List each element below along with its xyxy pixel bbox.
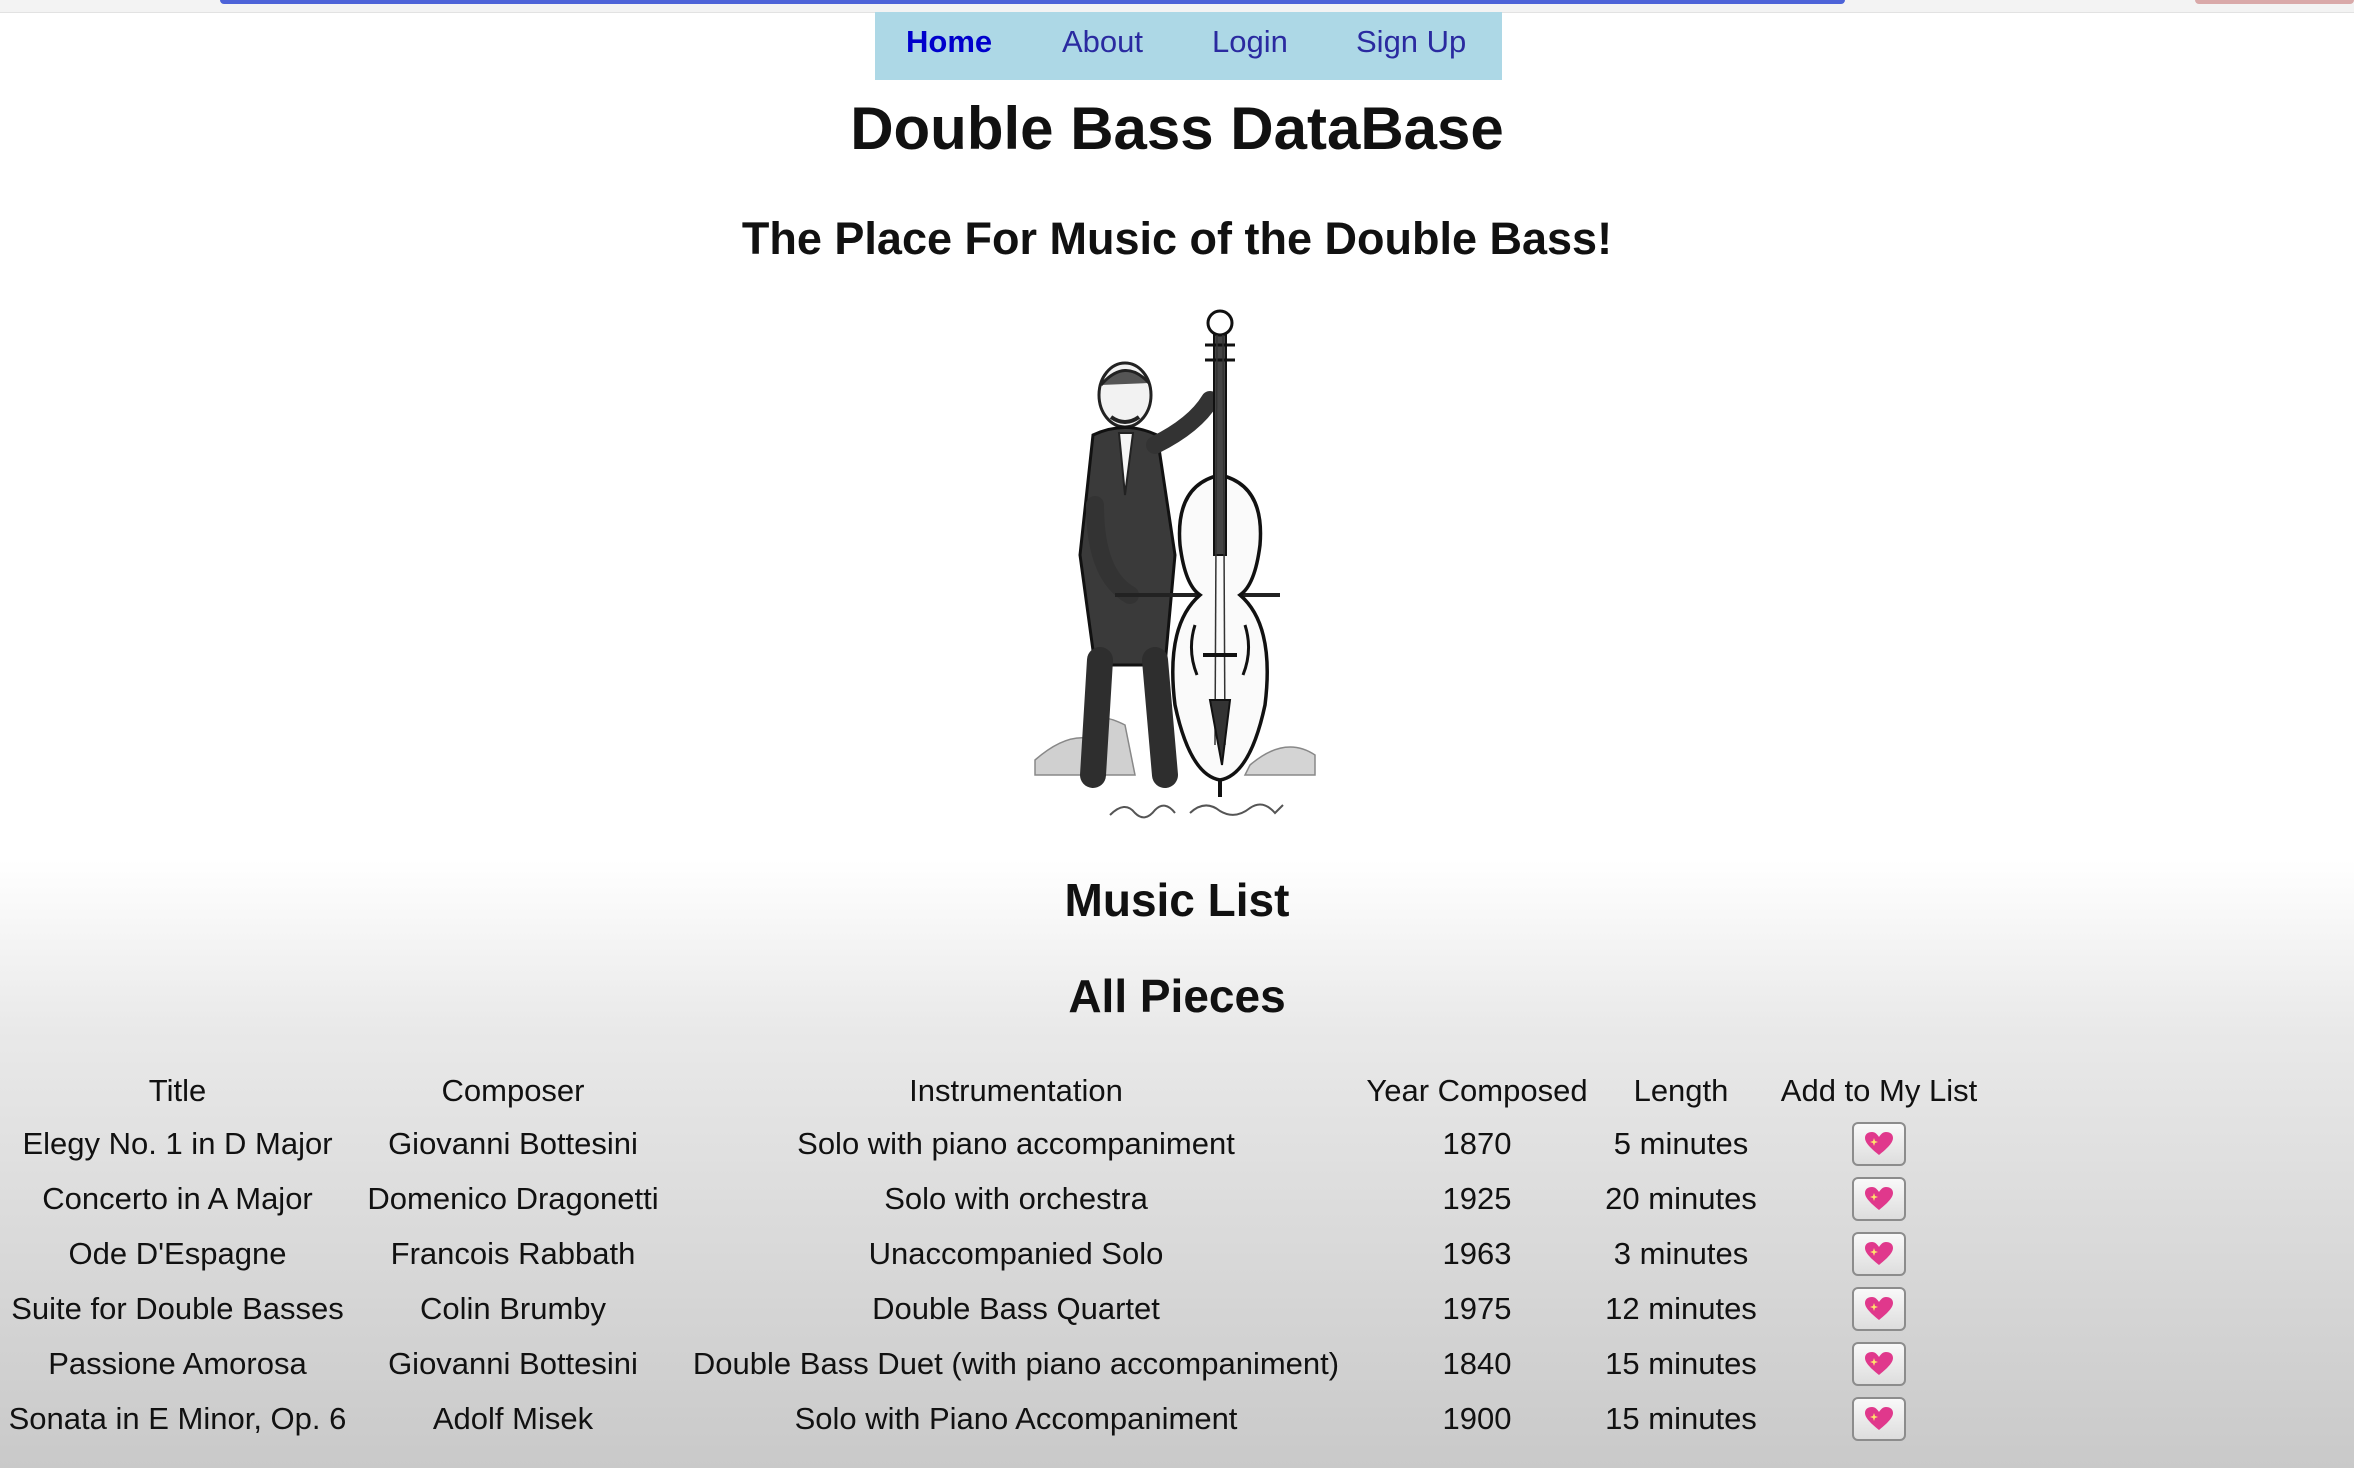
cell-composer: Francois Rabbath [390, 1235, 636, 1271]
cell-composer: Giovanni Bottesini [388, 1125, 638, 1161]
cell-length: 5 minutes [1613, 1125, 1749, 1161]
cell-length: 15 minutes [1605, 1400, 1757, 1436]
cell-instrumentation: Unaccompanied Solo [868, 1235, 1164, 1271]
browser-address-bar-edge[interactable] [220, 0, 1845, 4]
header-title: Title [148, 1073, 207, 1108]
cell-instrumentation: Double Bass Duet (with piano accompanime… [692, 1345, 1340, 1381]
cell-title: Passione Amorosa [48, 1345, 307, 1381]
table-row: Sonata in E Minor, Op. 6 Adolf Misek Sol… [0, 1391, 1989, 1446]
cell-composer: Adolf Misek [432, 1400, 594, 1436]
cell-length: 12 minutes [1605, 1290, 1757, 1326]
cell-instrumentation: Solo with Piano Accompaniment [794, 1400, 1238, 1436]
add-to-list-button[interactable] [1852, 1341, 1906, 1386]
sparkling-heart-icon [1865, 1296, 1893, 1320]
cell-length: 3 minutes [1613, 1235, 1749, 1271]
add-to-list-button[interactable] [1852, 1286, 1906, 1331]
cell-title: Sonata in E Minor, Op. 6 [8, 1400, 347, 1436]
nav-login-link[interactable]: Login [1212, 24, 1288, 60]
table-row: Elegy No. 1 in D Major Giovanni Bottesin… [0, 1116, 1989, 1171]
table-row: Ode D'Espagne Francois Rabbath Unaccompa… [0, 1226, 1989, 1281]
add-to-list-button[interactable] [1852, 1121, 1906, 1166]
table-row: Concerto in A Major Domenico Dragonetti … [0, 1171, 1989, 1226]
cell-year: 1870 [1442, 1125, 1512, 1161]
sparkling-heart-icon [1865, 1351, 1893, 1375]
all-pieces-heading: All Pieces [1068, 970, 1286, 1022]
sparkling-heart-icon [1865, 1241, 1893, 1265]
cell-year: 1900 [1442, 1400, 1512, 1436]
header-length: Length [1633, 1073, 1729, 1108]
browser-red-button-edge[interactable] [2195, 0, 2354, 4]
sparkling-heart-icon [1865, 1131, 1893, 1155]
table-row: Suite for Double Basses Colin Brumby Dou… [0, 1281, 1989, 1336]
cell-title: Suite for Double Basses [11, 1290, 344, 1326]
cell-year: 1925 [1442, 1180, 1512, 1216]
cell-title: Ode D'Espagne [68, 1235, 287, 1271]
double-bass-player-illustration [1015, 305, 1345, 825]
cell-year: 1840 [1442, 1345, 1512, 1381]
cell-instrumentation: Solo with piano accompaniment [797, 1125, 1235, 1161]
cell-composer: Giovanni Bottesini [388, 1345, 638, 1381]
sparkling-heart-icon [1865, 1186, 1893, 1210]
nav-about-link[interactable]: About [1062, 24, 1143, 60]
add-to-list-button[interactable] [1852, 1396, 1906, 1441]
music-table: Title Composer Instrumentation Year Comp… [0, 1066, 1989, 1446]
header-add-to-list: Add to My List [1780, 1073, 1978, 1108]
add-to-list-button[interactable] [1852, 1231, 1906, 1276]
cell-instrumentation: Double Bass Quartet [872, 1290, 1160, 1326]
cell-composer: Colin Brumby [419, 1290, 607, 1326]
cell-title: Elegy No. 1 in D Major [22, 1125, 333, 1161]
cell-composer: Domenico Dragonetti [367, 1180, 659, 1216]
header-composer: Composer [441, 1073, 585, 1108]
header-instrumentation: Instrumentation [909, 1073, 1123, 1108]
cell-instrumentation: Solo with orchestra [884, 1180, 1148, 1216]
top-navigation: Home About Login Sign Up [875, 12, 1502, 80]
cell-year: 1975 [1442, 1290, 1512, 1326]
cell-title: Concerto in A Major [42, 1180, 313, 1216]
table-row: Passione Amorosa Giovanni Bottesini Doub… [0, 1336, 1989, 1391]
sparkling-heart-icon [1865, 1406, 1893, 1430]
cell-length: 20 minutes [1605, 1180, 1757, 1216]
site-tagline: The Place For Music of the Double Bass! [741, 213, 1613, 264]
nav-signup-link[interactable]: Sign Up [1356, 24, 1466, 60]
nav-home-link[interactable]: Home [906, 24, 992, 60]
table-header-row: Title Composer Instrumentation Year Comp… [0, 1066, 1989, 1116]
cell-year: 1963 [1442, 1235, 1512, 1271]
site-title: Double Bass DataBase [850, 95, 1504, 162]
header-year: Year Composed [1366, 1073, 1588, 1108]
cell-length: 15 minutes [1605, 1345, 1757, 1381]
add-to-list-button[interactable] [1852, 1176, 1906, 1221]
music-list-heading: Music List [1064, 874, 1290, 926]
